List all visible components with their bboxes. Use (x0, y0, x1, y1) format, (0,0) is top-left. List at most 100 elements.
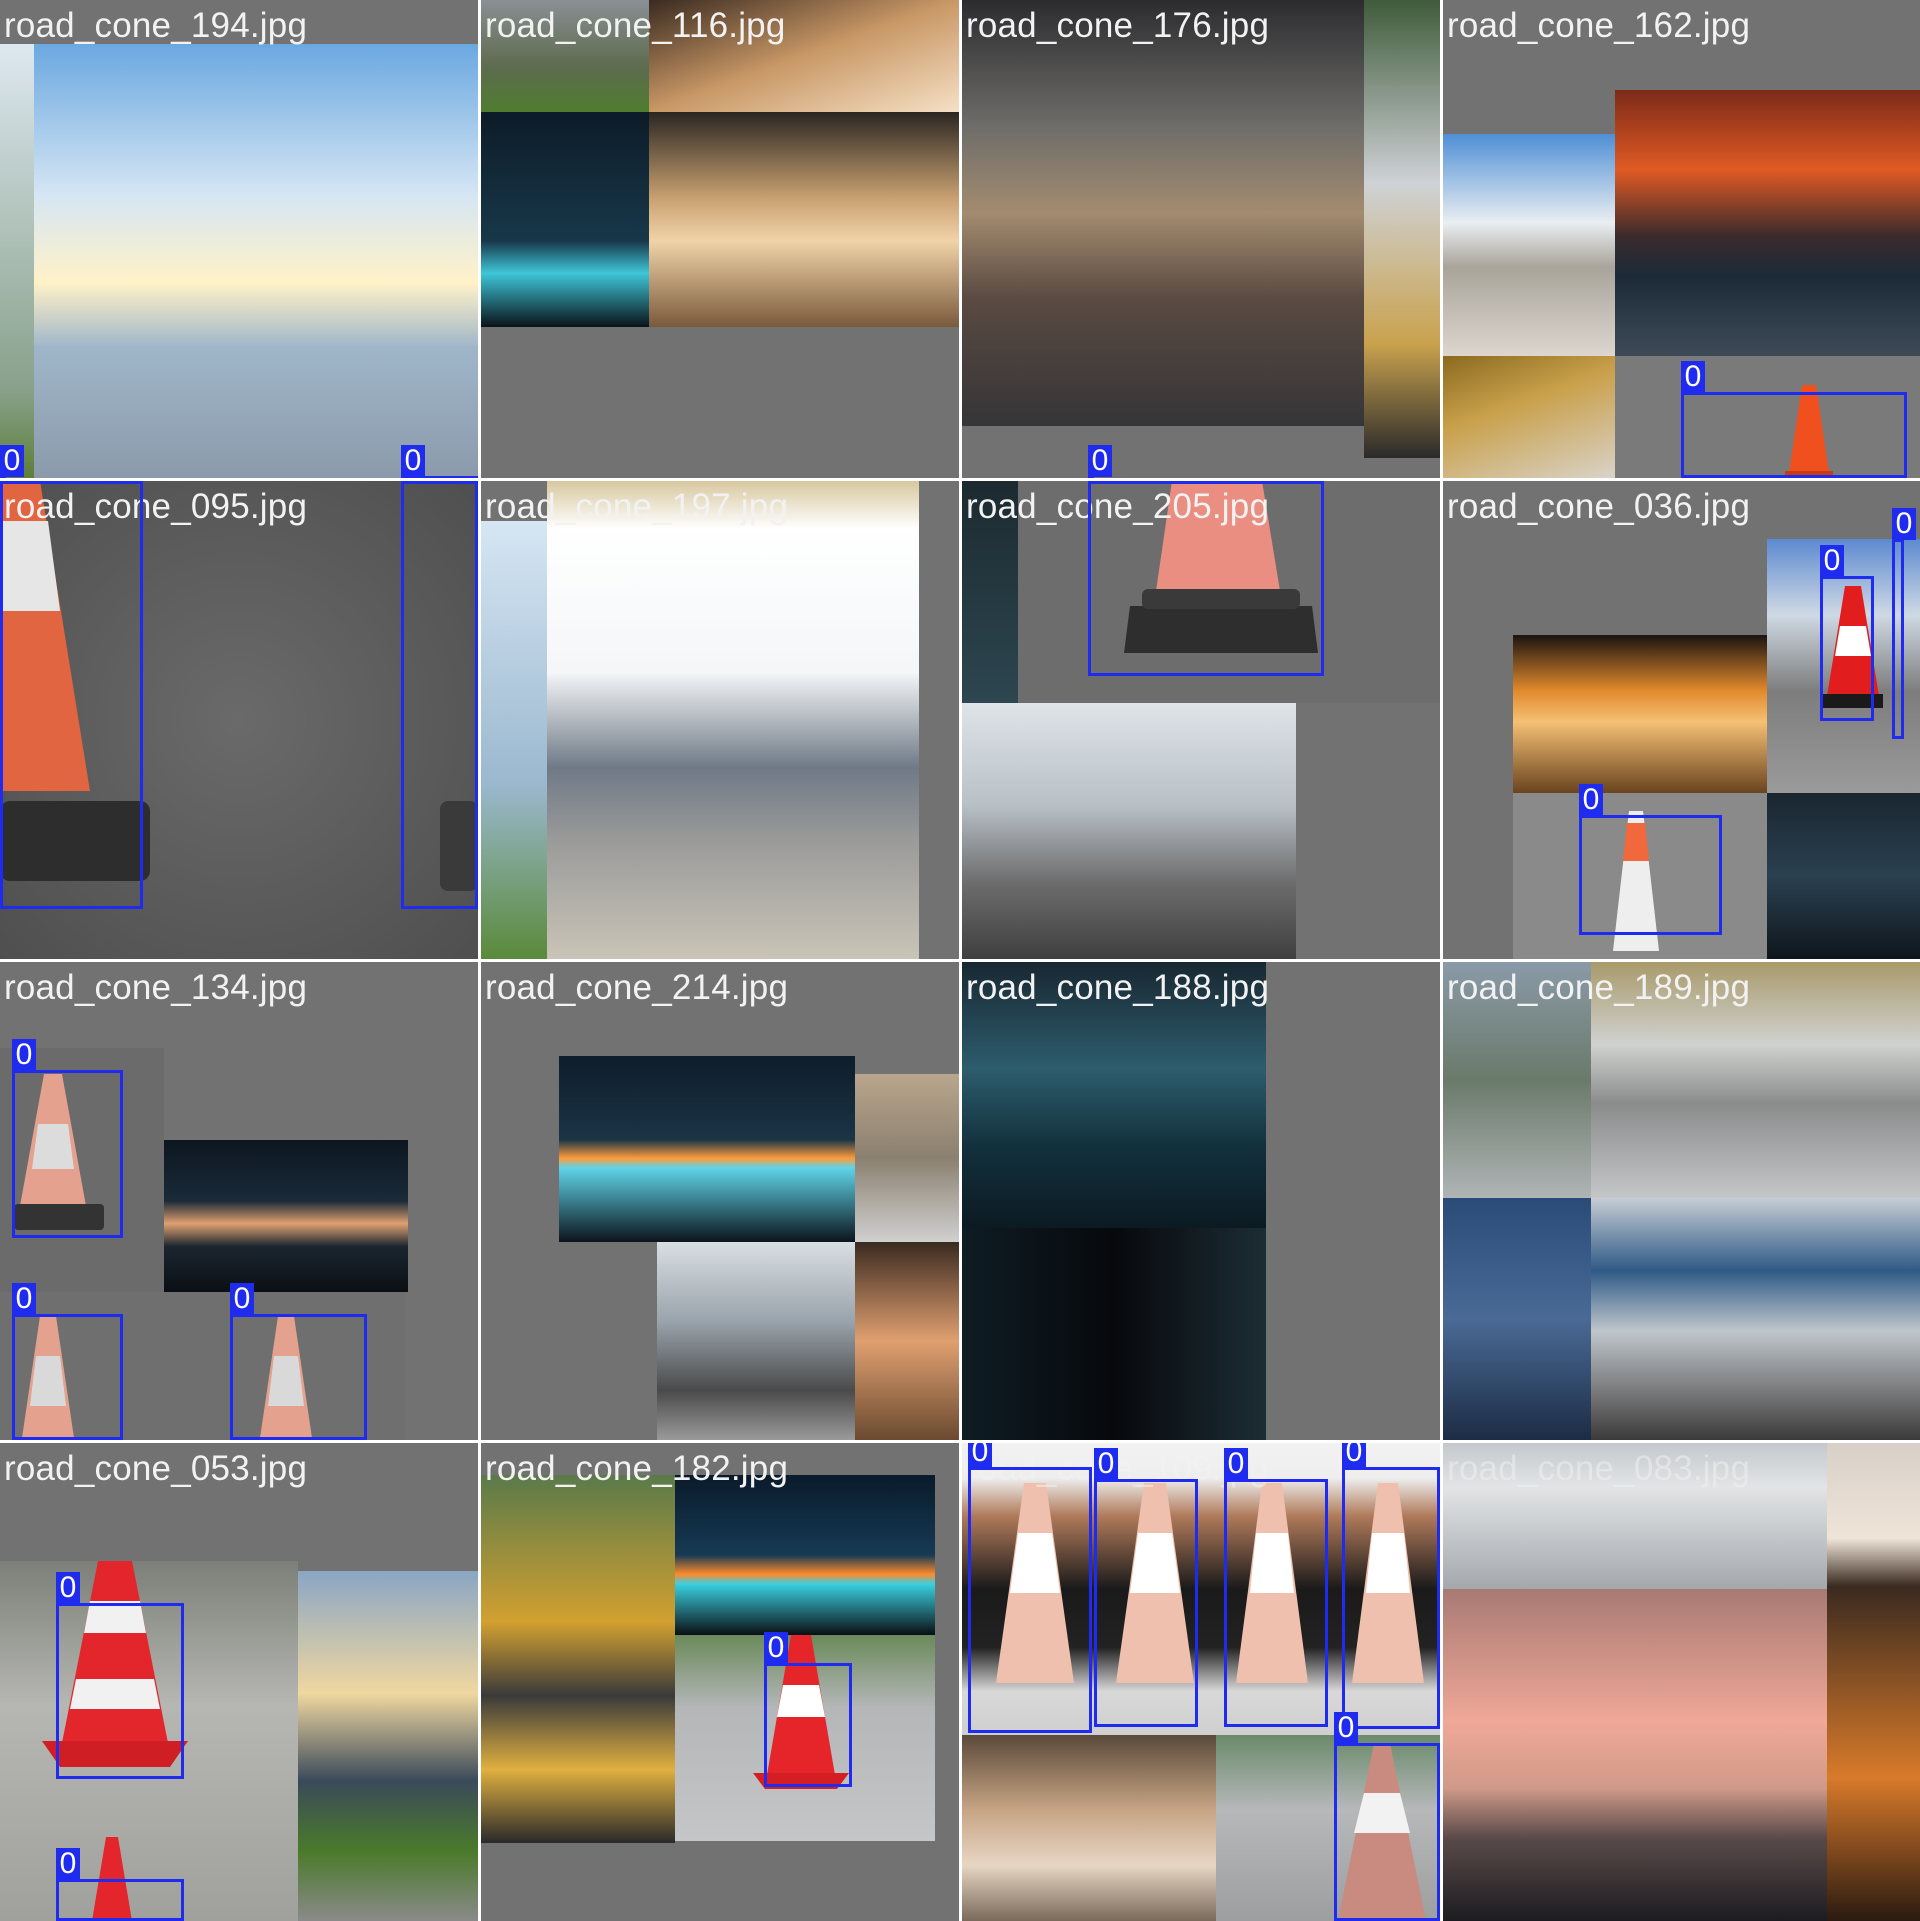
photo-sky-city-left-strip (0, 44, 34, 478)
bounding-box[interactable]: 0 (56, 1848, 184, 1921)
tile-filename: road_cone_134.jpg (4, 968, 308, 1007)
photo-night-road (164, 1140, 408, 1292)
tile-road-cone-182[interactable]: road_cone_182.jpg 0 (481, 1443, 959, 1921)
photo-cloudy-city (1591, 1198, 1920, 1440)
class-label: 0 (764, 1632, 788, 1664)
bounding-box[interactable]: 0 (1892, 508, 1916, 739)
tile-road-cone-036[interactable]: road_cone_036.jpg 0 0 0 (1443, 481, 1920, 959)
bounding-box[interactable]: 0 (1342, 1443, 1440, 1729)
tile-road-cone-083[interactable]: road_cone_083.jpg (1443, 1443, 1920, 1921)
photo-sepia-avenue (962, 1735, 1216, 1921)
tile-road-cone-109[interactable]: road_cone_109.jpg 0 0 0 0 0 (962, 1443, 1440, 1921)
tile-filename: road_cone_116.jpg (485, 6, 786, 45)
class-label: 0 (0, 445, 24, 477)
bounding-box[interactable]: 0 (1334, 1712, 1440, 1921)
photo-neon-street (1767, 793, 1920, 959)
photo-bright-sky-road (547, 481, 919, 959)
class-label: 0 (1579, 784, 1603, 816)
class-label: 0 (1088, 445, 1112, 477)
bounding-box[interactable]: 0 (1820, 545, 1874, 721)
class-label: 0 (1342, 1443, 1366, 1468)
photo-night-highway (675, 1475, 935, 1635)
bounding-box[interactable]: 0 (401, 481, 478, 909)
class-label: 0 (12, 1039, 36, 1071)
tile-road-cone-116[interactable]: road_cone_116.jpg (481, 0, 959, 478)
bounding-box[interactable]: 0 (56, 1572, 184, 1779)
photo-road-strip (481, 521, 547, 959)
photo-blue-sky (1443, 1198, 1591, 1440)
bounding-box[interactable]: 0 (1224, 1448, 1328, 1727)
photo-hdr-city-street (962, 0, 1364, 426)
class-label: 0 (401, 445, 425, 477)
bounding-box[interactable]: 0 (1088, 445, 1112, 478)
class-label: 0 (56, 1848, 80, 1880)
photo-pink-sunset-highway (1443, 1589, 1827, 1921)
bounding-box[interactable]: 0 (1579, 784, 1722, 935)
tile-road-cone-214[interactable]: road_cone_214.jpg (481, 962, 959, 1440)
tile-filename: road_cone_188.jpg (966, 968, 1270, 1007)
class-label: 0 (12, 1283, 36, 1315)
tile-filename: road_cone_182.jpg (485, 1449, 789, 1488)
photo-autumn-buildings (1443, 356, 1615, 478)
photo-cloudy-city (657, 1242, 855, 1440)
bounding-box[interactable]: 0 (401, 445, 478, 478)
class-label: 0 (1334, 1712, 1358, 1744)
tile-road-cone-205[interactable]: road_cone_205.jpg 0 (962, 481, 1440, 959)
tile-road-cone-189[interactable]: road_cone_189.jpg (1443, 962, 1920, 1440)
class-label: 0 (0, 481, 24, 482)
class-label: 0 (1224, 1448, 1248, 1480)
bounding-box[interactable]: 0 (0, 481, 143, 909)
bounding-box[interactable]: 0 (1094, 1448, 1198, 1727)
bounding-box[interactable]: 0 (0, 445, 24, 478)
class-label: 0 (56, 1572, 80, 1604)
tile-road-cone-095[interactable]: road_cone_095.jpg 0 0 (0, 481, 478, 959)
tile-road-cone-194[interactable]: road_cone_194.jpg 0 0 (0, 0, 478, 478)
photo-night-road-lights (559, 1056, 855, 1242)
photo-sunset-highway (1615, 90, 1920, 356)
class-label: 0 (1892, 508, 1916, 540)
tile-road-cone-197[interactable]: road_cone_197.jpg (481, 481, 959, 959)
tile-filename: road_cone_176.jpg (966, 6, 1270, 45)
tile-filename: road_cone_036.jpg (1447, 487, 1751, 526)
class-label: 0 (230, 1283, 254, 1315)
class-label: 0 (401, 481, 425, 482)
tile-filename: road_cone_053.jpg (4, 1449, 308, 1488)
bounding-box[interactable]: 0 (1088, 481, 1324, 676)
photo-taxi (1364, 0, 1440, 458)
photo-sunrise-city (298, 1571, 478, 1921)
class-label: 0 (968, 1443, 992, 1468)
tile-filename: road_cone_197.jpg (485, 487, 789, 526)
bounding-box[interactable]: 0 (230, 1283, 367, 1440)
photo-night-road (481, 112, 649, 327)
class-label: 0 (1088, 481, 1112, 482)
bounding-box[interactable]: 0 (968, 1443, 1092, 1733)
tile-road-cone-053[interactable]: road_cone_053.jpg 0 0 (0, 1443, 478, 1921)
class-label: 0 (1681, 361, 1705, 393)
photo-sky-city-sunrise (34, 44, 478, 478)
photo-sunset-avenue (1513, 635, 1767, 793)
tile-filename: road_cone_194.jpg (4, 6, 308, 45)
bounding-box[interactable]: 0 (764, 1632, 852, 1787)
photo-tree-sunset (855, 1242, 959, 1440)
photo-cloudy-city (962, 703, 1296, 959)
tile-filename: road_cone_214.jpg (485, 968, 789, 1007)
tile-filename: road_cone_189.jpg (1447, 968, 1751, 1007)
photo-skyline-white-sky (1443, 134, 1615, 356)
photo-tree-sunset (1827, 1443, 1920, 1921)
class-label: 0 (1820, 545, 1844, 577)
photo-building (855, 1074, 959, 1242)
bounding-box[interactable]: 0 (12, 1039, 123, 1238)
tile-road-cone-188[interactable]: road_cone_188.jpg (962, 962, 1440, 1440)
bounding-box[interactable]: 0 (1681, 361, 1907, 478)
class-label: 0 (1094, 1448, 1118, 1480)
bounding-box[interactable]: 0 (12, 1283, 123, 1440)
photo-tree-lined-avenue-sunset (649, 112, 959, 327)
tile-road-cone-176[interactable]: road_cone_176.jpg 0 (962, 0, 1440, 478)
mosaic-grid: road_cone_194.jpg 0 0 road_cone_116.jpg … (0, 0, 1920, 1921)
tile-road-cone-162[interactable]: road_cone_162.jpg 0 (1443, 0, 1920, 478)
photo-dark-street (962, 1228, 1266, 1440)
tile-road-cone-134[interactable]: road_cone_134.jpg 0 0 0 (0, 962, 478, 1440)
tile-filename: road_cone_083.jpg (1447, 1449, 1751, 1488)
photo-taxis (481, 1475, 675, 1843)
tile-filename: road_cone_162.jpg (1447, 6, 1751, 45)
